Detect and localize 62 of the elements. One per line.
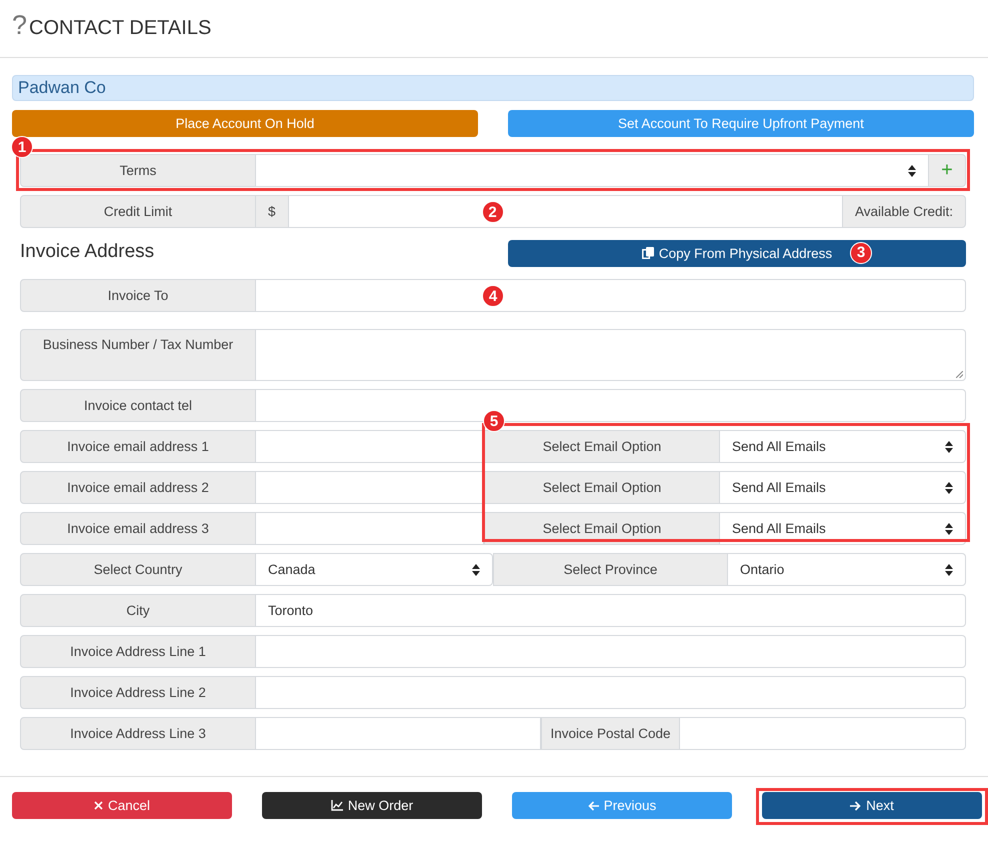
company-name-bar: Padwan Co	[12, 75, 974, 101]
field-label: Invoice Address Line 1	[20, 635, 256, 668]
postal-code-field[interactable]	[680, 717, 966, 750]
field-label: Invoice email address 1	[20, 430, 256, 463]
email-option-select[interactable]: Send All Emails	[720, 430, 966, 463]
email-field[interactable]	[256, 430, 484, 463]
resize-grip-icon	[956, 371, 963, 378]
left-arrow-icon	[588, 800, 599, 810]
field-label: Terms	[20, 154, 256, 187]
line-chart-icon	[330, 800, 343, 811]
annotation-badge: 1	[11, 136, 33, 158]
field-label: Select Email Option	[484, 512, 720, 545]
text-field[interactable]	[256, 635, 966, 668]
province-select[interactable]: Ontario	[728, 553, 966, 586]
credit-limit-field[interactable]: 2	[288, 195, 843, 228]
section-heading: Invoice Address	[20, 240, 154, 262]
terms-select[interactable]	[256, 154, 929, 187]
field-label: Select Country	[20, 553, 256, 586]
email-option-select[interactable]: Send All Emails	[720, 471, 966, 504]
field-label: Invoice email address 2	[20, 471, 256, 504]
sort-arrows-icon	[945, 522, 953, 534]
page-title: CONTACT DETAILS	[29, 17, 212, 40]
field-label: Credit Limit	[20, 195, 256, 228]
field-value: Toronto	[267, 603, 314, 618]
text-area[interactable]	[256, 329, 966, 381]
copy-icon	[642, 247, 654, 259]
cancel-button[interactable]: Cancel	[12, 792, 232, 819]
email-field[interactable]	[256, 471, 484, 504]
sort-arrows-icon	[945, 564, 953, 576]
field-label: Invoice Postal Code	[541, 717, 680, 750]
field-label: City	[20, 594, 256, 627]
annotation-badge: 4	[482, 285, 504, 307]
currency-addon: $	[256, 195, 289, 228]
next-button[interactable]: Next	[762, 792, 982, 819]
text-field[interactable]	[256, 676, 966, 709]
field-label: Select Email Option	[484, 430, 720, 463]
sort-arrows-icon	[908, 164, 916, 176]
field-label: Business Number / Tax Number	[20, 329, 256, 381]
new-order-button[interactable]: New Order	[262, 792, 482, 819]
field-label: Invoice Address Line 2	[20, 676, 256, 709]
email-option-select[interactable]: Send All Emails	[720, 512, 966, 545]
text-field[interactable]: Toronto	[256, 594, 966, 627]
text-field[interactable]	[256, 717, 541, 750]
field-label: Invoice To	[20, 279, 256, 312]
sort-arrows-icon	[945, 482, 953, 494]
country-select[interactable]: Canada	[256, 553, 493, 586]
annotation-badge: 2	[482, 201, 504, 223]
right-arrow-icon	[850, 800, 862, 810]
field-label: Invoice email address 3	[20, 512, 256, 545]
sort-arrows-icon	[945, 440, 953, 452]
sort-arrows-icon	[472, 564, 480, 576]
help-icon: ?	[12, 12, 28, 39]
field-label: Select Province	[493, 553, 728, 586]
annotation-badge: 3	[850, 242, 872, 264]
field-label: Select Email Option	[484, 471, 720, 504]
email-field[interactable]	[256, 512, 484, 545]
field-label: Invoice Address Line 3	[20, 717, 256, 750]
available-credit-addon: Available Credit:	[842, 195, 966, 228]
close-icon	[94, 801, 103, 810]
field-label: Invoice contact tel	[20, 389, 256, 422]
text-field[interactable]: 4	[256, 279, 966, 312]
copy-address-button[interactable]: Copy From Physical Address 3	[508, 240, 966, 266]
